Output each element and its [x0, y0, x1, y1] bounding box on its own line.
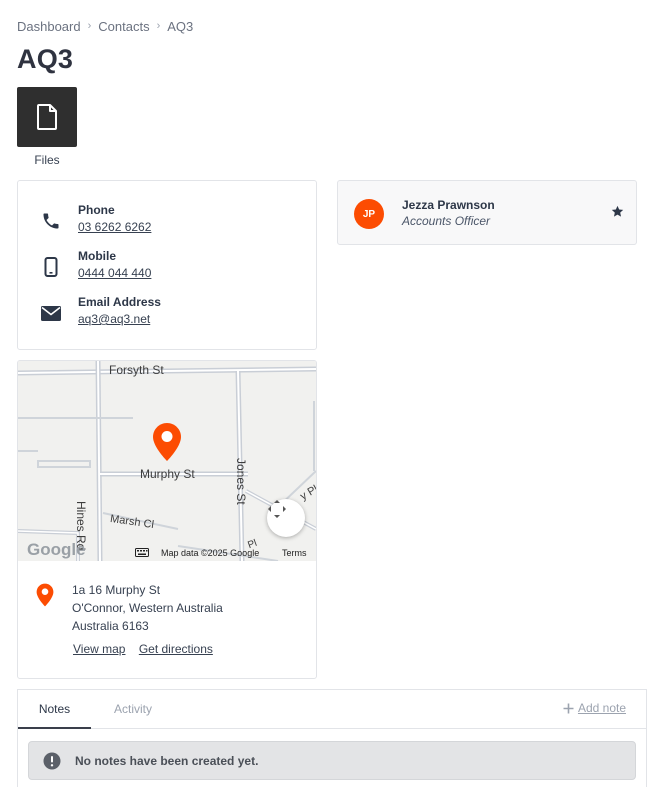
chevron-right-icon: › — [87, 19, 92, 32]
person-role: Accounts Officer — [402, 214, 491, 228]
address-line: 1a 16 Murphy St — [72, 583, 161, 597]
map-fullscreen-button[interactable] — [267, 499, 305, 537]
avatar: JP — [354, 199, 384, 229]
phone-link[interactable]: 03 6262 6262 — [78, 218, 151, 236]
fullscreen-icon — [268, 500, 286, 518]
contact-details-card: Phone 03 6262 6262 Mobile 0444 044 440 E… — [17, 180, 317, 350]
files-button[interactable] — [17, 87, 77, 147]
notes-panel: Notes Activity Add note No notes have be… — [17, 689, 647, 787]
email-label: Email Address — [78, 295, 161, 309]
address-line: Australia 6163 — [72, 619, 149, 633]
map-street-label: Jones St — [234, 458, 248, 505]
phone-row: Phone 03 6262 6262 — [38, 202, 151, 236]
mobile-label: Mobile — [78, 249, 116, 263]
map-street-label: Murphy St — [140, 467, 195, 481]
google-logo: Google — [27, 540, 86, 559]
add-note-button[interactable]: Add note — [563, 701, 626, 715]
files-label: Files — [34, 153, 60, 167]
file-icon — [37, 104, 57, 130]
view-map-link[interactable]: View map — [73, 642, 125, 656]
phone-label: Phone — [78, 203, 115, 217]
person-card[interactable]: JP Jezza Prawnson Accounts Officer — [337, 180, 637, 245]
map-terms-link[interactable]: Terms — [282, 548, 307, 558]
email-link[interactable]: aq3@aq3.net — [78, 310, 161, 328]
envelope-icon — [38, 300, 64, 326]
keyboard-icon[interactable] — [135, 548, 149, 557]
breadcrumb-contacts[interactable]: Contacts — [98, 19, 149, 34]
phone-icon — [38, 208, 64, 234]
address-links: View map Get directions — [73, 642, 223, 656]
notes-tabs: Notes Activity Add note — [18, 690, 646, 729]
empty-notes-message: No notes have been created yet. — [75, 753, 259, 768]
mobile-link[interactable]: 0444 044 440 — [78, 264, 151, 282]
person-name: Jezza Prawnson — [402, 198, 495, 212]
tab-activity[interactable]: Activity — [108, 690, 158, 729]
location-pin-icon[interactable] — [152, 422, 182, 462]
breadcrumb-dashboard[interactable]: Dashboard — [17, 19, 81, 34]
address-card: Forsyth St Murphy St Hines Rd Jones St M… — [17, 360, 317, 679]
map[interactable]: Forsyth St Murphy St Hines Rd Jones St M… — [18, 361, 316, 561]
star-icon[interactable] — [611, 205, 624, 218]
mobile-icon — [38, 254, 64, 280]
address-line: O'Connor, Western Australia — [72, 601, 223, 615]
plus-icon — [563, 703, 574, 713]
get-directions-link[interactable]: Get directions — [139, 642, 213, 656]
page-title: AQ3 — [17, 44, 74, 74]
map-street-label: Forsyth St — [109, 363, 164, 377]
add-note-label: Add note — [577, 701, 626, 715]
breadcrumb: Dashboard › Contacts › AQ3 — [17, 19, 193, 34]
tab-notes[interactable]: Notes — [18, 690, 91, 729]
map-attribution: Map data ©2025 Google — [161, 548, 260, 558]
mobile-row: Mobile 0444 044 440 — [38, 248, 151, 282]
email-row: Email Address aq3@aq3.net — [38, 294, 161, 328]
exclamation-circle-icon — [43, 752, 61, 770]
empty-notes-alert: No notes have been created yet. — [28, 741, 636, 780]
address-block: 1a 16 Murphy St O'Connor, Western Austra… — [36, 581, 223, 635]
breadcrumb-current: AQ3 — [167, 19, 194, 34]
chevron-right-icon: › — [156, 19, 161, 32]
location-pin-icon — [36, 583, 54, 607]
